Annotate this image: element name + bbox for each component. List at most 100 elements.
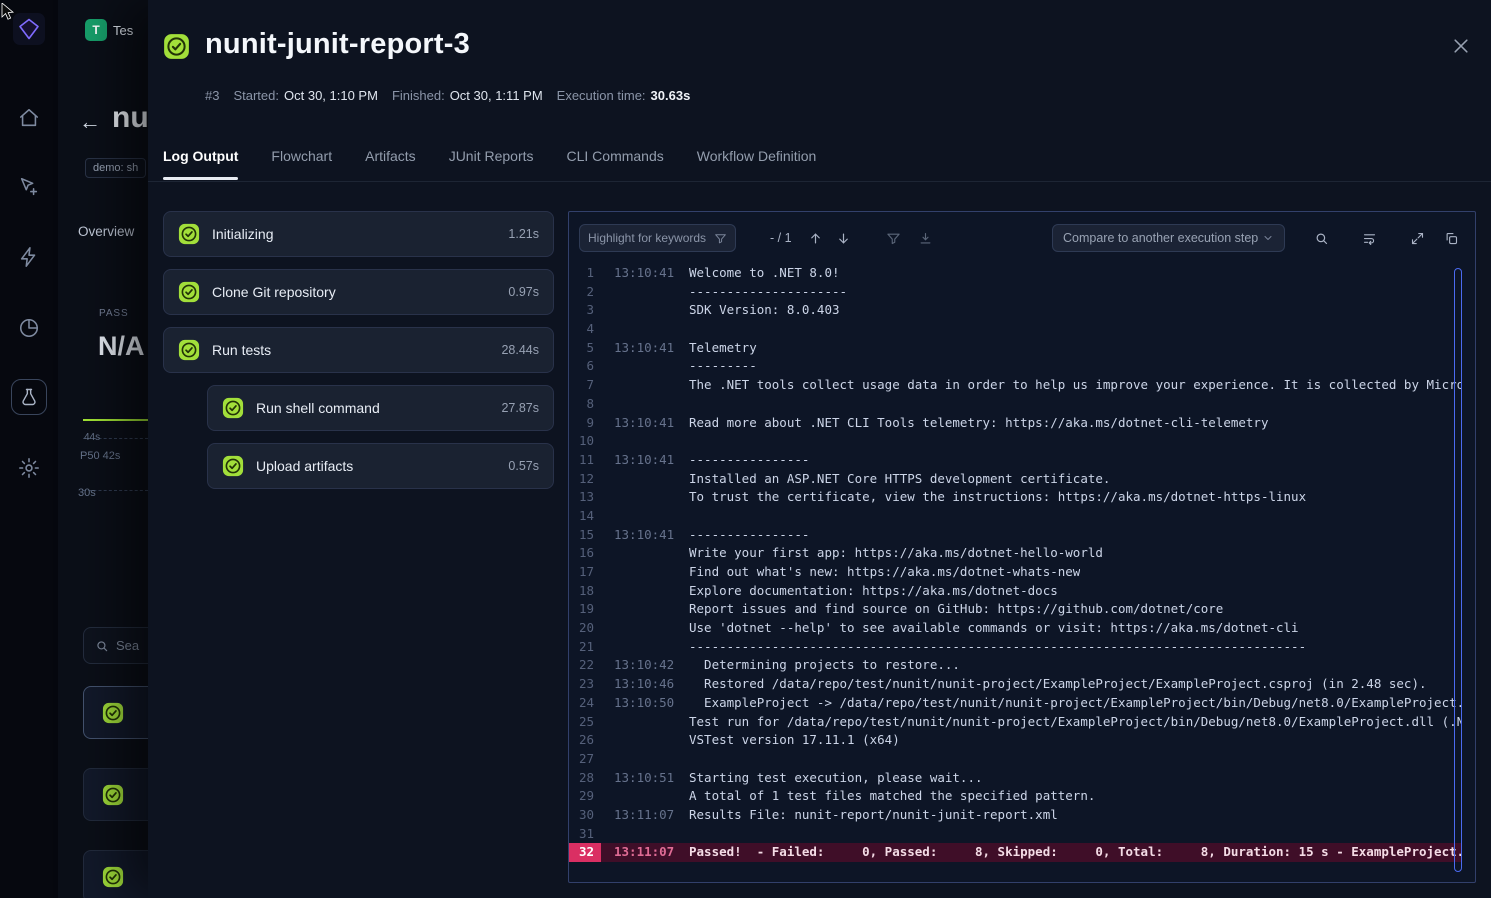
compare-step-select[interactable]: Compare to another execution step: [1052, 224, 1285, 252]
log-timestamp: [614, 507, 676, 526]
log-lines: 113:10:41Welcome to .NET 8.0!2----------…: [569, 264, 1461, 876]
log-line-number[interactable]: 6: [569, 357, 601, 376]
step-name: Run shell command: [256, 400, 380, 416]
copy-log-icon[interactable]: [1439, 226, 1463, 250]
pass-rate-value: N/A: [98, 331, 145, 362]
download-icon[interactable]: [914, 226, 938, 250]
log-timestamp: 13:10:46: [614, 675, 676, 694]
workspace-badge[interactable]: T: [85, 19, 107, 41]
log-text: Write your first app: https://aka.ms/dot…: [689, 544, 1103, 563]
log-line-number[interactable]: 2: [569, 283, 601, 302]
tab-artifacts[interactable]: Artifacts: [365, 148, 416, 166]
reports-pie-icon[interactable]: [18, 317, 40, 339]
home-icon[interactable]: [18, 107, 40, 129]
wrap-text-icon[interactable]: [1357, 226, 1381, 250]
log-line: 12Installed an ASP.NET Core HTTPS develo…: [569, 470, 1461, 489]
log-line-number[interactable]: 30: [569, 806, 601, 825]
log-line-number[interactable]: 17: [569, 563, 601, 582]
log-line-number[interactable]: 15: [569, 526, 601, 545]
tab-flowchart[interactable]: Flowchart: [271, 148, 332, 166]
log-line-number[interactable]: 23: [569, 675, 601, 694]
log-timestamp: [614, 376, 676, 395]
step-run-tests[interactable]: Run tests28.44s: [163, 327, 554, 373]
log-timestamp: [614, 432, 676, 451]
log-line: 2313:10:46 Restored /data/repo/test/nuni…: [569, 675, 1461, 694]
filter-icon[interactable]: [882, 226, 906, 250]
log-timestamp: [614, 619, 676, 638]
log-timestamp: [614, 357, 676, 376]
log-timestamp: 13:11:07: [614, 806, 676, 825]
log-line: 13 To trust the certificate, view the ins…: [569, 488, 1461, 507]
tabs-divider: [148, 181, 1491, 182]
next-match-icon[interactable]: [832, 226, 856, 250]
log-text: A total of 1 test files matched the spec…: [689, 787, 1095, 806]
log-scrollbar-thumb[interactable]: [1454, 268, 1462, 872]
log-line-number[interactable]: 27: [569, 750, 601, 769]
log-line-number[interactable]: 31: [569, 825, 601, 844]
highlight-placeholder: Highlight for keywords: [588, 231, 706, 245]
log-line: 21--------------------------------------…: [569, 638, 1461, 657]
highlight-keywords-input[interactable]: Highlight for keywords: [579, 224, 736, 252]
finished-value: Oct 30, 1:11 PM: [450, 88, 543, 103]
log-line-number[interactable]: 16: [569, 544, 601, 563]
log-timestamp: [614, 470, 676, 489]
log-line: 29 A total of 1 test files matched the sp…: [569, 787, 1461, 806]
create-test-icon[interactable]: [18, 176, 40, 198]
app-logo[interactable]: [13, 13, 45, 45]
tab-log-output[interactable]: Log Output: [163, 148, 238, 166]
log-line: 3SDK Version: 8.0.403: [569, 301, 1461, 320]
log-line-number[interactable]: 11: [569, 451, 601, 470]
tab-workflow-definition[interactable]: Workflow Definition: [697, 148, 817, 166]
branch-pill[interactable]: demo: sh: [85, 158, 146, 178]
log-line-number[interactable]: 24: [569, 694, 601, 713]
log-line-number[interactable]: 26: [569, 731, 601, 750]
log-line-number[interactable]: 21: [569, 638, 601, 657]
log-timestamp: [614, 301, 676, 320]
log-line-number[interactable]: 3: [569, 301, 601, 320]
log-text: ----------------: [689, 451, 809, 470]
tests-flask-active-frame[interactable]: [11, 379, 47, 415]
log-line-number[interactable]: 7: [569, 376, 601, 395]
log-line-number[interactable]: 8: [569, 395, 601, 414]
log-line-number[interactable]: 13: [569, 488, 601, 507]
search-log-icon[interactable]: [1309, 226, 1333, 250]
log-line-number[interactable]: 22: [569, 656, 601, 675]
log-line: 7The .NET tools collect usage data in or…: [569, 376, 1461, 395]
step-status-check-icon: [178, 339, 200, 361]
log-text: Read more about .NET CLI Tools telemetry…: [689, 414, 1268, 433]
tab-junit-reports[interactable]: JUnit Reports: [449, 148, 534, 166]
step-status-check-icon: [222, 397, 244, 419]
log-line-number[interactable]: 18: [569, 582, 601, 601]
log-text: To trust the certificate, view the instr…: [689, 488, 1306, 507]
log-line: 10: [569, 432, 1461, 451]
log-line-number[interactable]: 14: [569, 507, 601, 526]
log-line-number[interactable]: 10: [569, 432, 601, 451]
log-line: 20Use 'dotnet --help' to see available c…: [569, 619, 1461, 638]
log-text: VSTest version 17.11.1 (x64): [689, 731, 900, 750]
step-initializing[interactable]: Initializing1.21s: [163, 211, 554, 257]
log-line-number[interactable]: 25: [569, 713, 601, 732]
log-line-number[interactable]: 28: [569, 769, 601, 788]
log-line-number[interactable]: 29: [569, 787, 601, 806]
settings-gear-icon[interactable]: [18, 457, 40, 479]
overview-label: Overview: [78, 224, 134, 239]
step-run-shell-command[interactable]: Run shell command27.87s: [207, 385, 554, 431]
step-clone-git-repository[interactable]: Clone Git repository0.97s: [163, 269, 554, 315]
runs-lightning-icon[interactable]: [18, 246, 40, 268]
tab-cli-commands[interactable]: CLI Commands: [567, 148, 664, 166]
log-line-number[interactable]: 5: [569, 339, 601, 358]
log-line-number[interactable]: 1: [569, 264, 601, 283]
log-line-number[interactable]: 9: [569, 414, 601, 433]
step-upload-artifacts[interactable]: Upload artifacts0.57s: [207, 443, 554, 489]
close-icon[interactable]: [1451, 36, 1471, 56]
chart-spark-line: [83, 419, 148, 421]
log-line-number[interactable]: 12: [569, 470, 601, 489]
log-line-number[interactable]: 4: [569, 320, 601, 339]
step-status-check-icon: [222, 455, 244, 477]
log-line-number[interactable]: 32: [569, 843, 601, 862]
previous-match-icon[interactable]: [804, 226, 828, 250]
expand-fullscreen-icon[interactable]: [1405, 226, 1429, 250]
back-button[interactable]: ←: [79, 109, 101, 135]
log-line-number[interactable]: 20: [569, 619, 601, 638]
log-line-number[interactable]: 19: [569, 600, 601, 619]
